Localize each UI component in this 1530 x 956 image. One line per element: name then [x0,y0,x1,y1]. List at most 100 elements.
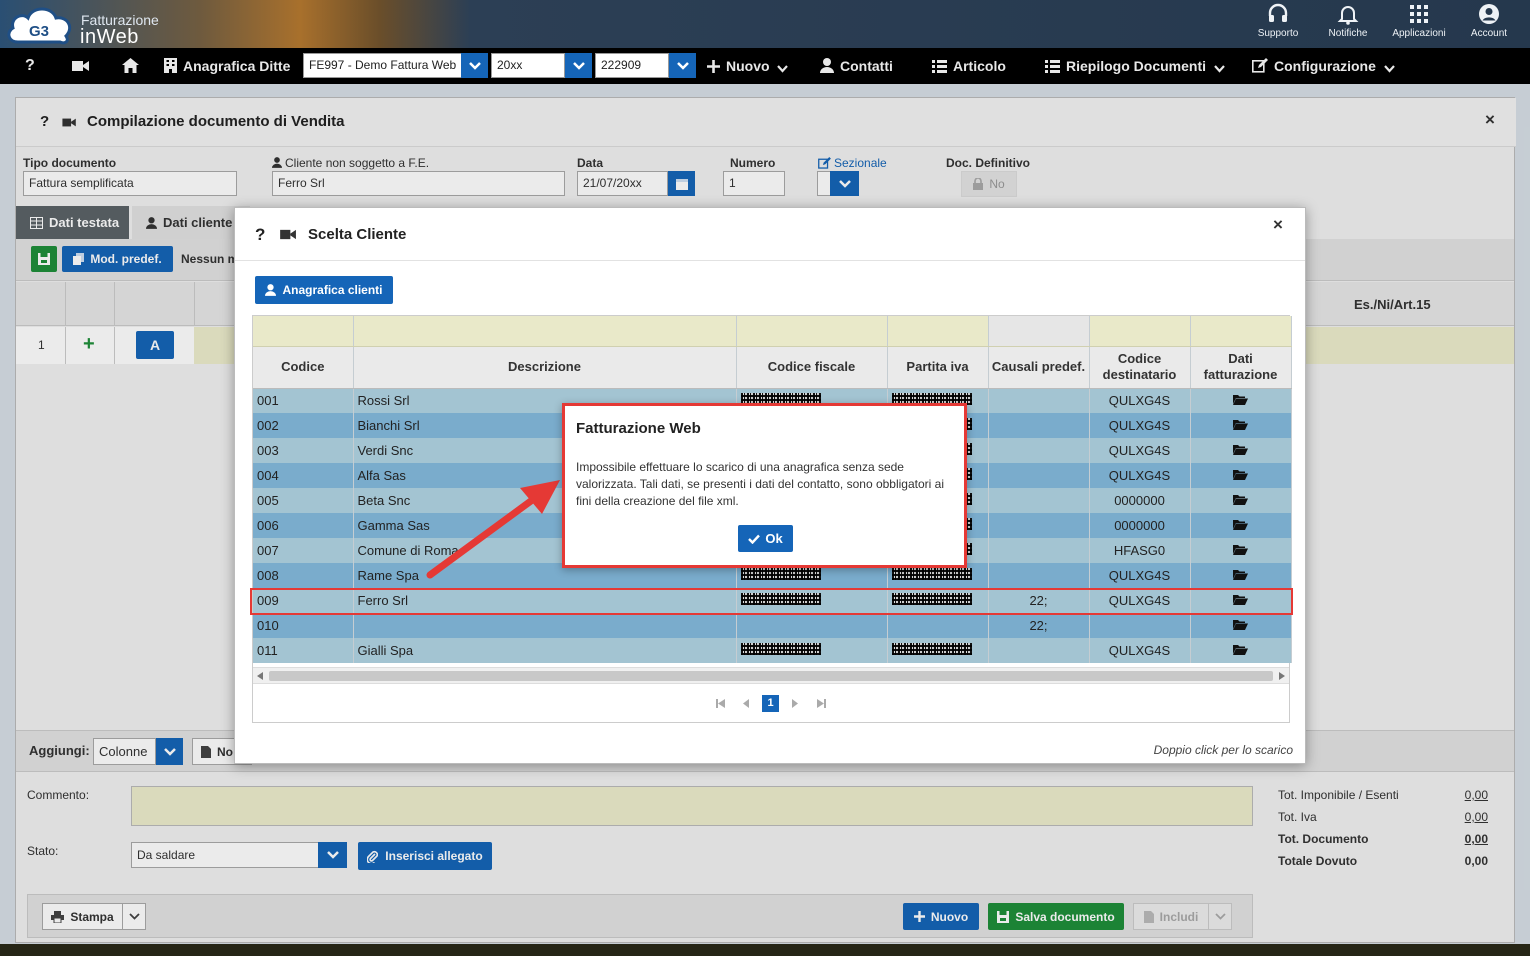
home-button[interactable] [122,48,145,84]
cell-dati-fatturazione[interactable] [1190,388,1292,413]
cell-descrizione [353,613,737,638]
cell-codice-destinatario: HFASG0 [1089,538,1191,563]
plus-icon [707,60,720,73]
next-page-icon[interactable] [792,699,798,708]
cell-causali [988,538,1090,563]
cell-codice: 007 [253,538,354,563]
scrollbar-thumb[interactable] [269,671,1273,681]
cell-dati-fatturazione[interactable] [1190,538,1292,563]
app-logo[interactable]: G3 Fatturazione inWeb [4,4,204,48]
cell-dati-fatturazione[interactable] [1190,463,1292,488]
folder-open-icon[interactable] [1233,419,1248,430]
configurazione-menu[interactable]: Configurazione [1252,48,1401,84]
cell-descrizione: Gialli Spa [353,638,737,663]
notifiche-button[interactable]: Notifiche [1313,3,1383,39]
articolo-menu[interactable]: Articolo [932,48,1006,84]
company-select[interactable]: FE997 - Demo Fattura Web [303,53,465,78]
col-header-dati-fatturazione[interactable]: Dati fatturazione [1190,346,1292,389]
filter-partita-iva[interactable] [887,316,989,347]
alert-title: Fatturazione Web [576,420,701,437]
cell-causali: 22; [988,613,1090,638]
logo-line-2: inWeb [80,26,139,48]
cell-dati-fatturazione[interactable] [1190,638,1292,663]
col-header-causali[interactable]: Causali predef. [988,346,1090,389]
horizontal-scrollbar[interactable] [253,667,1289,683]
col-header-codice-destinatario[interactable]: Codice destinatario [1089,346,1191,389]
company-select-toggle[interactable] [461,53,488,78]
contatti-menu[interactable]: Contatti [820,48,893,84]
col-header-partita-iva[interactable]: Partita iva [887,346,989,389]
chevron-down-icon [1383,65,1395,73]
folder-open-icon[interactable] [1233,494,1248,505]
modal-close-button[interactable]: × [1273,215,1283,235]
scroll-left-icon[interactable] [257,672,263,680]
code-select[interactable]: 222909 [595,53,669,78]
alert-message: Impossibile effettuare lo scarico di una… [576,460,944,508]
nuovo-menu-label: Nuovo [726,58,770,74]
folder-open-icon[interactable] [1233,394,1248,406]
cell-partita-iva [887,613,989,638]
cell-codice-destinatario [1089,613,1191,638]
cell-codice: 008 [253,563,354,588]
cell-causali [988,488,1090,513]
folder-open-icon[interactable] [1233,469,1248,480]
folder-open-icon[interactable] [1233,569,1248,580]
folder-open-icon[interactable] [1233,619,1248,630]
account-button[interactable]: Account [1454,3,1524,39]
last-page-icon[interactable] [817,699,826,708]
contatti-label: Contatti [840,58,893,74]
table-row[interactable]: 011 Gialli Spa QULXG4S [253,638,1292,663]
video-camera-icon[interactable] [280,228,297,241]
year-select[interactable]: 20xx [491,53,565,78]
anagrafica-ditte-menu[interactable]: Anagrafica Ditte [164,48,290,84]
modal-help-button[interactable]: ? [255,225,265,245]
cell-codice-destinatario: QULXG4S [1089,463,1191,488]
folder-open-icon[interactable] [1233,444,1248,455]
anagrafica-ditte-label: Anagrafica Ditte [183,58,291,74]
table-row[interactable]: 010 22; [253,613,1292,638]
filter-codice-destinatario[interactable] [1089,316,1191,347]
articolo-label: Articolo [953,58,1006,74]
filter-dati-fatturazione[interactable] [1190,316,1292,347]
col-header-codice-fiscale[interactable]: Codice fiscale [736,346,888,389]
folder-open-icon[interactable] [1233,519,1248,530]
cell-dati-fatturazione[interactable] [1190,563,1292,588]
cell-dati-fatturazione[interactable] [1190,513,1292,538]
svg-text:G3: G3 [29,23,49,40]
nuovo-menu[interactable]: Nuovo [707,48,794,84]
scroll-right-icon[interactable] [1279,672,1285,680]
cell-codice-destinatario: QULXG4S [1089,438,1191,463]
cell-codice-destinatario: QULXG4S [1089,563,1191,588]
cell-dati-fatturazione[interactable] [1190,413,1292,438]
cell-causali [988,413,1090,438]
supporto-button[interactable]: Supporto [1243,3,1313,39]
year-select-toggle[interactable] [565,53,592,78]
col-header-codice[interactable]: Codice [253,346,354,389]
edit-icon [1252,58,1268,73]
prev-page-icon[interactable] [743,699,749,708]
help-button[interactable]: ? [25,48,35,84]
code-select-toggle[interactable] [669,53,696,78]
current-page[interactable]: 1 [762,695,779,712]
cell-dati-fatturazione[interactable] [1190,488,1292,513]
first-page-icon[interactable] [716,699,725,708]
folder-open-icon[interactable] [1233,544,1248,555]
list-icon [1045,60,1060,73]
cell-dati-fatturazione[interactable] [1190,613,1292,638]
cell-dati-fatturazione[interactable] [1190,438,1292,463]
filter-descrizione[interactable] [353,316,737,347]
cell-codice-destinatario: QULXG4S [1089,638,1191,663]
anagrafica-clienti-button[interactable]: Anagrafica clienti [255,276,393,304]
folder-open-icon[interactable] [1233,644,1248,655]
filter-codice[interactable] [253,316,354,347]
col-header-descrizione[interactable]: Descrizione [353,346,737,389]
alert-ok-button[interactable]: Ok [738,525,793,552]
modal-title: Scelta Cliente [308,226,407,243]
riepilogo-documenti-menu[interactable]: Riepilogo Documenti [1045,48,1231,84]
cell-partita-iva [887,638,989,663]
cell-codice: 011 [253,638,354,663]
top-bar: G3 Fatturazione inWeb Supporto Notifiche… [0,0,1530,48]
applicazioni-button[interactable]: Applicazioni [1384,3,1454,39]
video-button[interactable] [72,48,96,84]
filter-codice-fiscale[interactable] [736,316,888,347]
